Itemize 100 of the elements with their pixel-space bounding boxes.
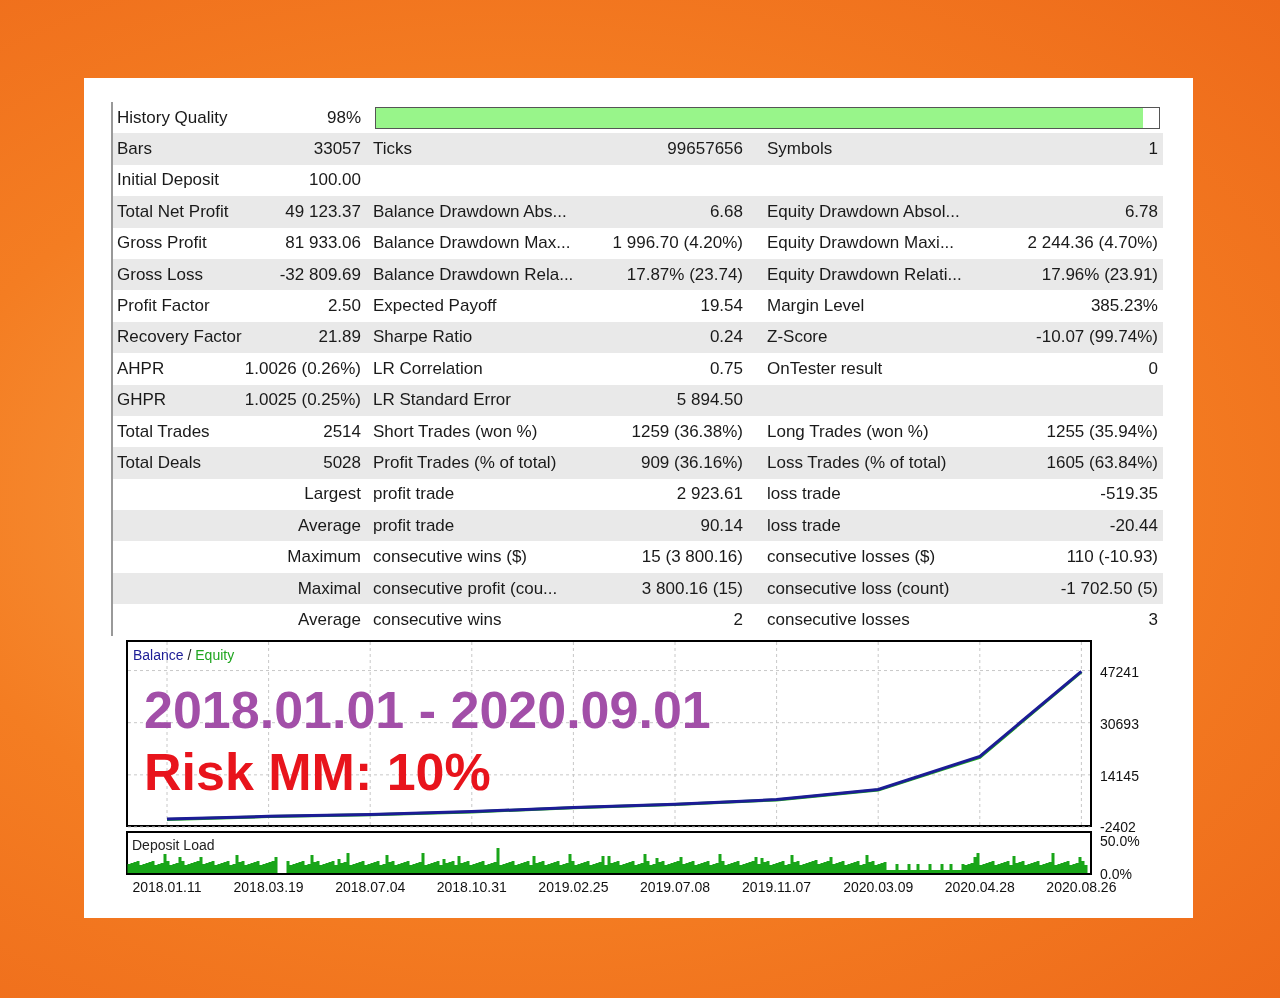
x-axis-date-label: 2020.03.09 <box>843 878 914 895</box>
stat-value: -519.35 <box>1099 483 1159 506</box>
stat-label: Sharpe Ratio <box>372 326 474 349</box>
x-axis-date-label: 2020.04.28 <box>944 878 1015 895</box>
stat-label: OnTester result <box>766 357 884 380</box>
stat-value: 2.50 <box>326 295 362 318</box>
stat-label: consecutive wins ($) <box>372 546 528 569</box>
stat-value: 100.00 <box>308 169 362 192</box>
x-axis-date-label: 2019.11.07 <box>742 878 812 895</box>
stat-value: 2514 <box>322 420 362 443</box>
x-axis-date-label: 2019.07.08 <box>639 878 711 895</box>
stat-label: Total Trades <box>116 420 211 443</box>
stat-label: loss trade <box>766 514 842 537</box>
stat-label: consecutive wins <box>372 608 503 631</box>
stat-label: Profit Factor <box>116 295 211 318</box>
stat-value: 2 <box>732 608 744 631</box>
chart-overlay-text: Risk MM: 10% <box>144 742 491 801</box>
y-tick-label: 47241 <box>1100 663 1139 680</box>
stat-value: 0 <box>1147 357 1159 380</box>
stat-value: 1259 (36.38%) <box>630 420 744 443</box>
stat-label: Bars <box>116 138 153 161</box>
deposit-load-title: Deposit Load <box>132 836 215 853</box>
stat-label: Long Trades (won %) <box>766 420 930 443</box>
stat-value: 1255 (35.94%) <box>1045 420 1159 443</box>
stat-value: 15 (3 800.16) <box>640 546 744 569</box>
deposit-load-scale-label: 50.0% <box>1100 832 1140 849</box>
stat-value: 110 (-10.93) <box>1065 546 1159 569</box>
stat-label: History Quality <box>116 106 229 129</box>
stat-label: Balance Drawdown Abs... <box>372 200 568 223</box>
stat-label: Initial Deposit <box>116 169 221 192</box>
stat-label: consecutive losses <box>766 608 911 631</box>
stat-value: 6.78 <box>1123 200 1159 223</box>
stat-value: 49 123.37 <box>284 200 362 223</box>
stat-value: 1 <box>1147 138 1159 161</box>
stat-label: Symbols <box>766 138 834 161</box>
stat-value: 385.23% <box>1089 295 1159 318</box>
stat-label: consecutive profit (cou... <box>372 577 559 600</box>
stat-label: AHPR <box>116 357 166 380</box>
stat-label: GHPR <box>116 389 168 412</box>
stat-value: 33057 <box>312 138 362 161</box>
chart-legend: Balance / Equity <box>133 646 235 663</box>
stat-value: -20.44 <box>1108 514 1159 537</box>
x-axis-date-label: 2018.10.31 <box>436 878 507 895</box>
stat-value: 1 996.70 (4.20%) <box>611 232 744 255</box>
stat-value: 1.0025 (0.25%) <box>243 389 362 412</box>
chart-overlay-text: 2018.01.01 - 2020.09.01 <box>144 680 711 739</box>
stat-value: 909 (36.16%) <box>639 452 744 474</box>
x-axis-date-label: 2018.03.19 <box>233 878 304 895</box>
stat-label: Total Deals <box>116 452 203 474</box>
stat-label: Short Trades (won %) <box>372 420 539 443</box>
stat-value: 1605 (63.84%) <box>1045 452 1159 474</box>
stat-value: 2 244.36 (4.70%) <box>1026 232 1159 255</box>
stat-label: Z-Score <box>766 326 829 349</box>
stat-value: 99657656 <box>666 138 744 161</box>
y-tick-label: 30693 <box>1100 715 1139 732</box>
stat-value: 3 800.16 (15) <box>640 577 744 600</box>
stat-value: Average <box>297 514 362 537</box>
stat-value: -1 702.50 (5) <box>1059 577 1159 600</box>
stat-label: profit trade <box>372 483 456 506</box>
stat-value: -10.07 (99.74%) <box>1035 326 1159 349</box>
stat-value: Maximum <box>286 546 362 569</box>
x-axis-date-label: 2018.07.04 <box>335 878 406 895</box>
stat-value: 98% <box>325 106 362 129</box>
stat-label: Balance Drawdown Rela... <box>372 263 575 286</box>
stat-label: Ticks <box>372 138 414 161</box>
y-tick-label: 14145 <box>1100 767 1139 784</box>
stat-label: profit trade <box>372 514 456 537</box>
stat-label: loss trade <box>766 483 842 506</box>
stat-value: Average <box>297 608 362 631</box>
stat-value: 81 933.06 <box>284 232 362 255</box>
stat-label: Margin Level <box>766 295 866 318</box>
x-axis-date-label: 2018.01.11 <box>132 878 202 895</box>
stat-value: 6.68 <box>708 200 744 223</box>
stat-label: Gross Profit <box>116 232 208 255</box>
stat-value: 17.96% (23.91) <box>1040 263 1159 286</box>
stat-label: Equity Drawdown Relati... <box>766 263 963 286</box>
stat-value: 2 923.61 <box>675 483 744 506</box>
stat-label: Balance Drawdown Max... <box>372 232 572 255</box>
stat-value: 5028 <box>322 452 362 474</box>
stat-value: Largest <box>303 483 362 506</box>
stat-label: Equity Drawdown Maxi... <box>766 232 956 255</box>
stat-value: -32 809.69 <box>278 263 362 286</box>
stat-label: consecutive losses ($) <box>766 546 937 569</box>
y-tick-label: -2402 <box>1100 818 1136 835</box>
stat-value: 0.24 <box>708 326 744 349</box>
stat-label: Equity Drawdown Absol... <box>766 200 961 223</box>
stat-label: Loss Trades (% of total) <box>766 452 948 474</box>
stat-label: LR Correlation <box>372 357 484 380</box>
stat-label: consecutive loss (count) <box>766 577 951 600</box>
x-axis-date-label: 2019.02.25 <box>538 878 609 895</box>
stat-label: LR Standard Error <box>372 389 512 412</box>
stat-label: Expected Payoff <box>372 295 498 318</box>
stat-label: Recovery Factor <box>116 326 241 349</box>
stat-value: 21.89 <box>317 326 362 349</box>
stat-value: Maximal <box>296 577 362 600</box>
stat-value: 17.87% (23.74) <box>625 263 744 286</box>
stat-label: Gross Loss <box>116 263 204 286</box>
stat-value: 5 894.50 <box>675 389 744 412</box>
stat-value: 3 <box>1147 608 1159 631</box>
stat-label: Profit Trades (% of total) <box>372 452 558 474</box>
